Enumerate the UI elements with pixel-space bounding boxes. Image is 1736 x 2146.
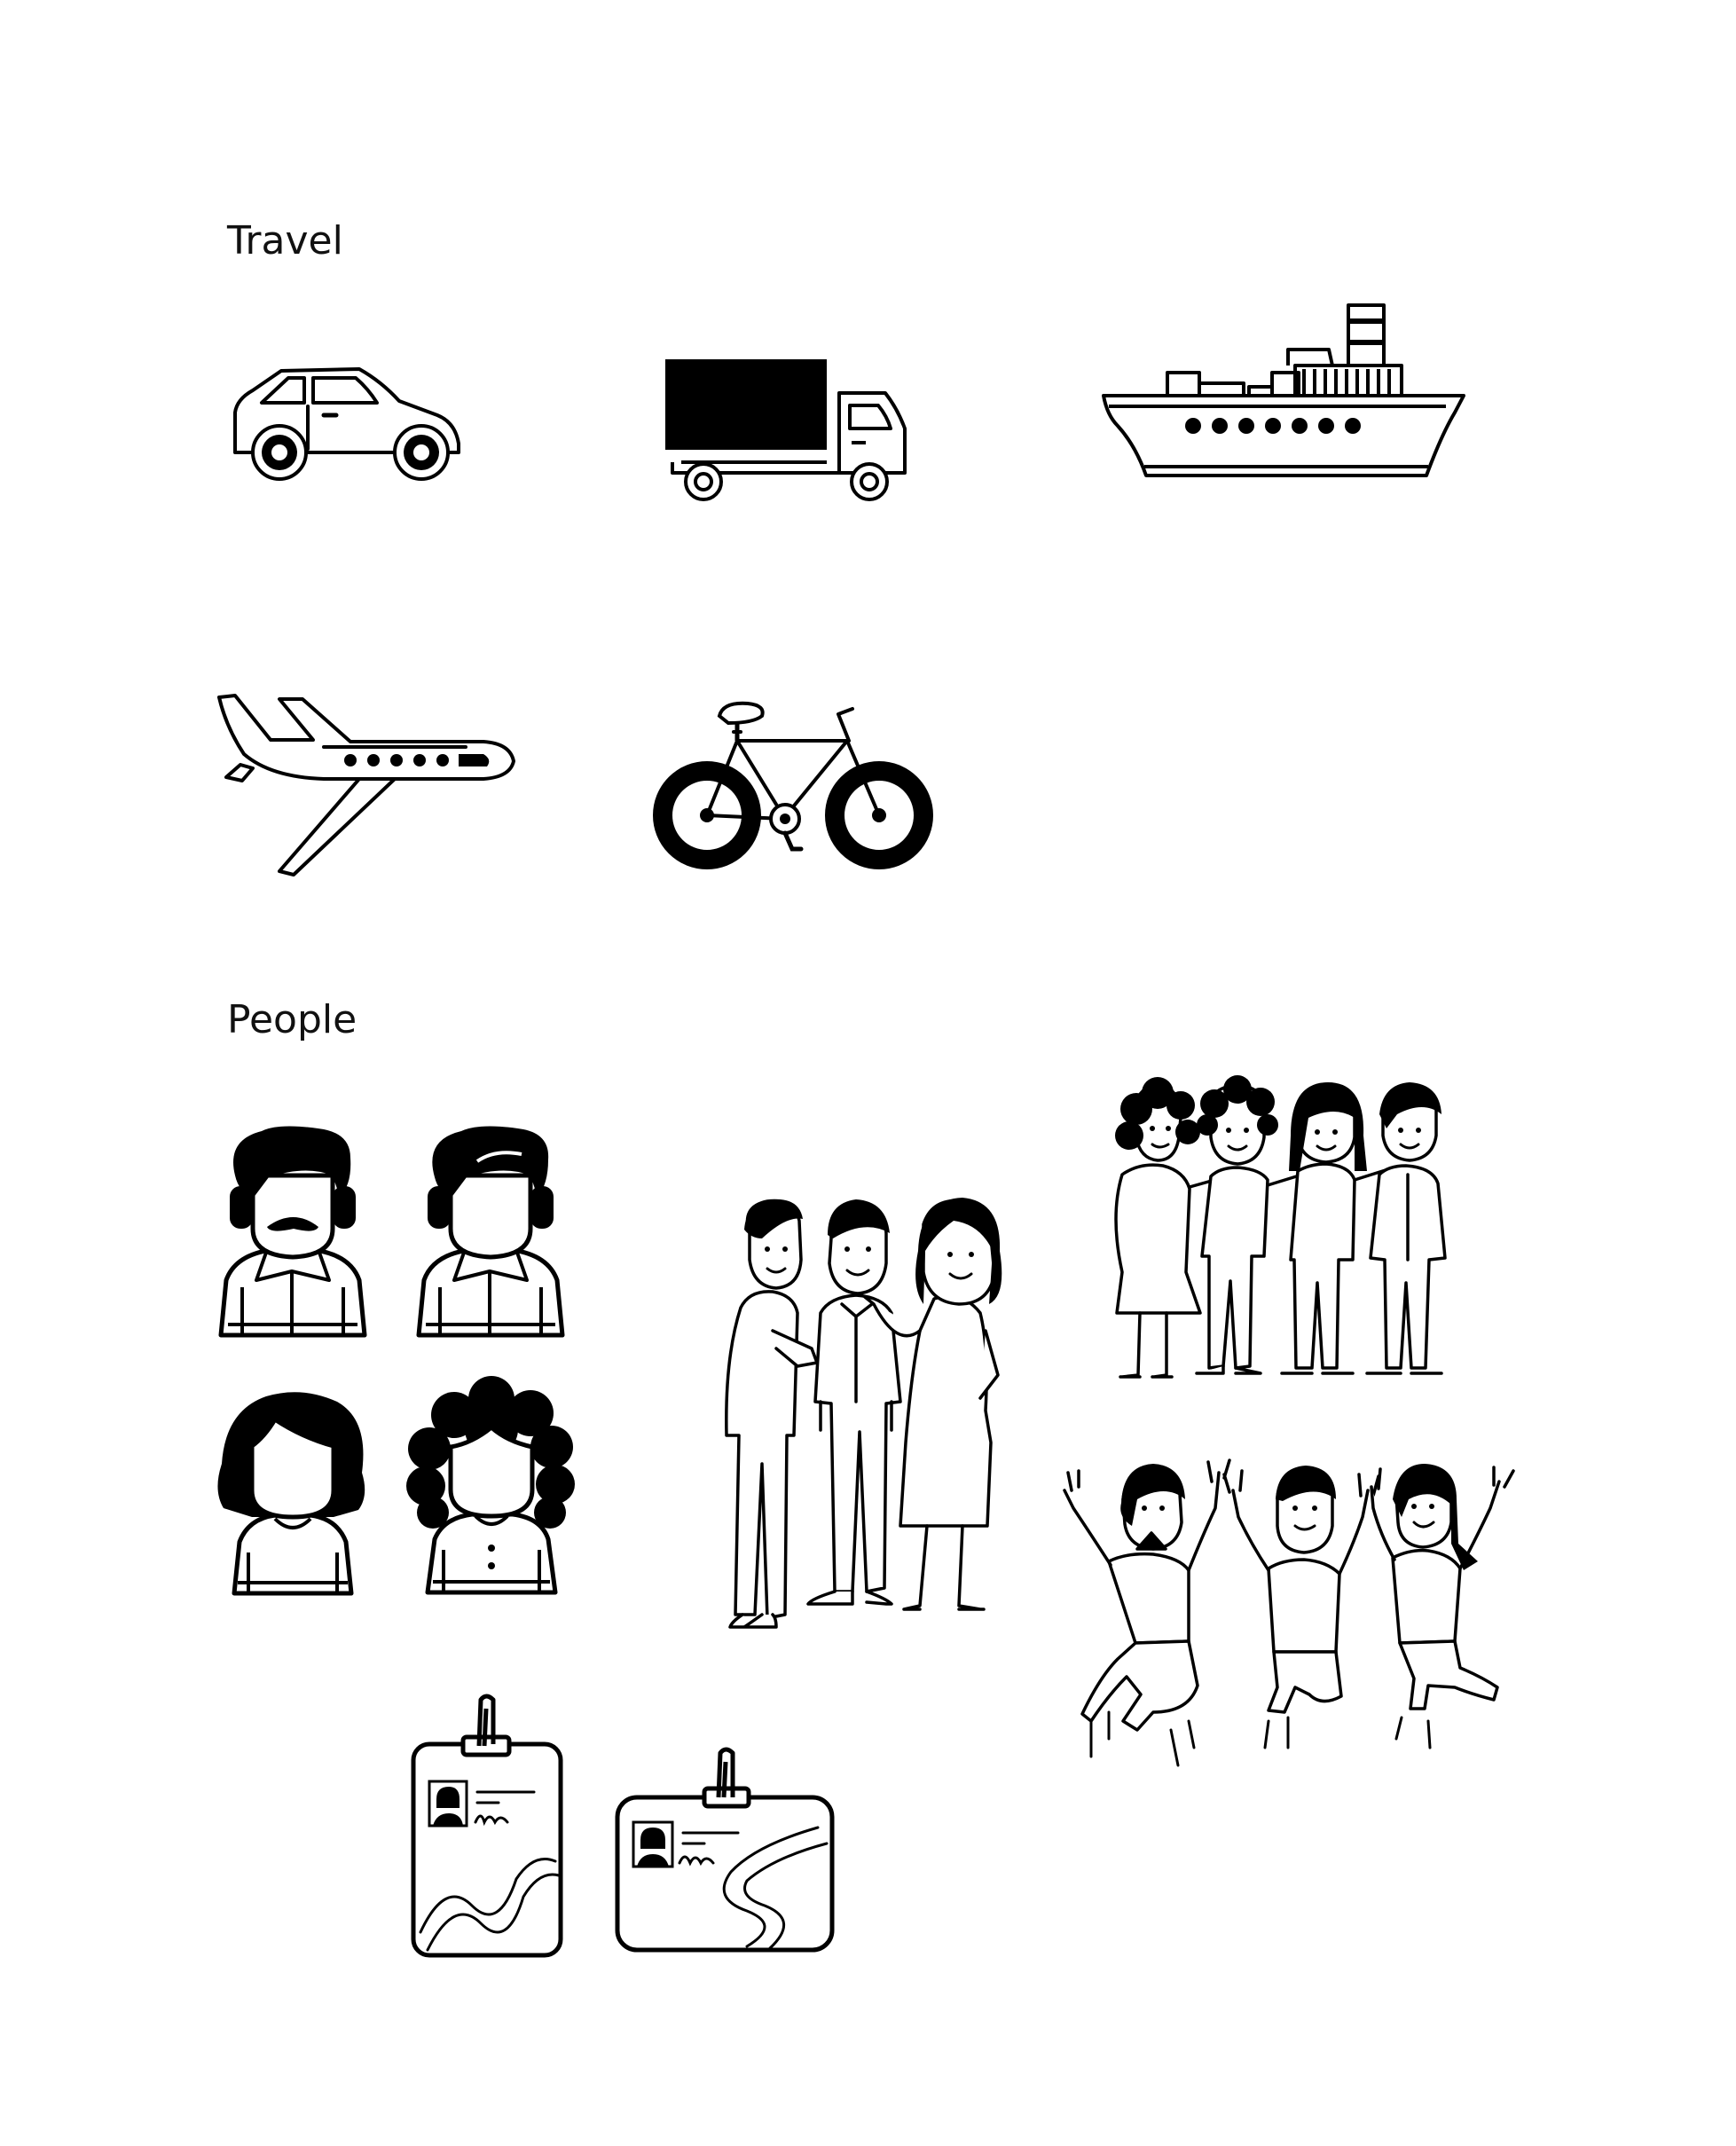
three-friends-talking-icon bbox=[723, 1198, 1002, 1632]
travel-section-title: Travel bbox=[227, 218, 343, 263]
four-friends-hugging-icon bbox=[1104, 1075, 1464, 1388]
man-icon bbox=[415, 1126, 566, 1340]
people-section-title: People bbox=[227, 997, 357, 1042]
woman-straight-hair-icon bbox=[217, 1392, 365, 1597]
airplane-icon bbox=[217, 692, 519, 878]
man-mustache-icon bbox=[217, 1126, 368, 1340]
ship-icon bbox=[1100, 302, 1468, 479]
id-card-vertical-icon bbox=[410, 1693, 565, 1959]
car-icon bbox=[226, 364, 466, 483]
truck-icon bbox=[665, 359, 912, 504]
woman-curly-hair-icon bbox=[406, 1376, 575, 1597]
bicycle-icon bbox=[652, 696, 936, 874]
id-card-horizontal-icon bbox=[614, 1748, 836, 1953]
three-people-jumping-icon bbox=[1056, 1455, 1535, 1792]
